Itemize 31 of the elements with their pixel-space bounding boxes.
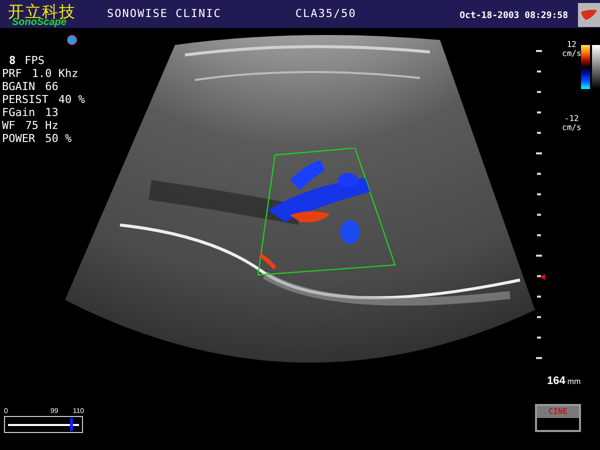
depth-unit: mm [567,376,581,388]
parameter-label: BGAIN [2,80,36,93]
parameter-value: 66 [45,80,58,93]
fps-label: FPS [24,54,44,67]
parameter-value: 75 Hz [25,119,58,132]
slider-thumb[interactable] [70,418,73,430]
parameter-value: 50 % [45,132,72,145]
parameter-value: 13 [45,106,58,119]
clinic-name: SONOWISE CLINIC [107,6,222,22]
grayscale-bar [592,45,600,89]
parameter-label: FGain [2,106,36,119]
velocity-color-bar [581,45,590,89]
scale-unit-label: cm/s [562,49,582,58]
logo-text: SonoScape [12,18,66,28]
parameter-label: PRF [2,67,22,80]
probe-orientation-icon [67,35,77,45]
scale-max-label: 12 [566,40,576,49]
scale-unit-label: cm/s [562,123,582,132]
cine-button[interactable]: CINE [535,404,581,432]
depth-value: 164 [547,374,566,389]
scale-min-label: -12 [564,114,579,123]
fps-value: 8 [9,54,16,67]
probe-name: CLA35/50 [295,6,356,22]
cine-slider[interactable] [4,416,83,433]
parameter-value: 40 % [58,93,85,106]
parameter-label: WF [2,119,16,132]
parameter-label: POWER [2,132,36,145]
date-time: Oct-18-2003 08:29:58 [460,10,568,22]
focus-marker-icon [540,274,545,280]
parameter-label: PERSIST [2,93,48,106]
parameter-value: 1.0 Khz [32,67,78,80]
